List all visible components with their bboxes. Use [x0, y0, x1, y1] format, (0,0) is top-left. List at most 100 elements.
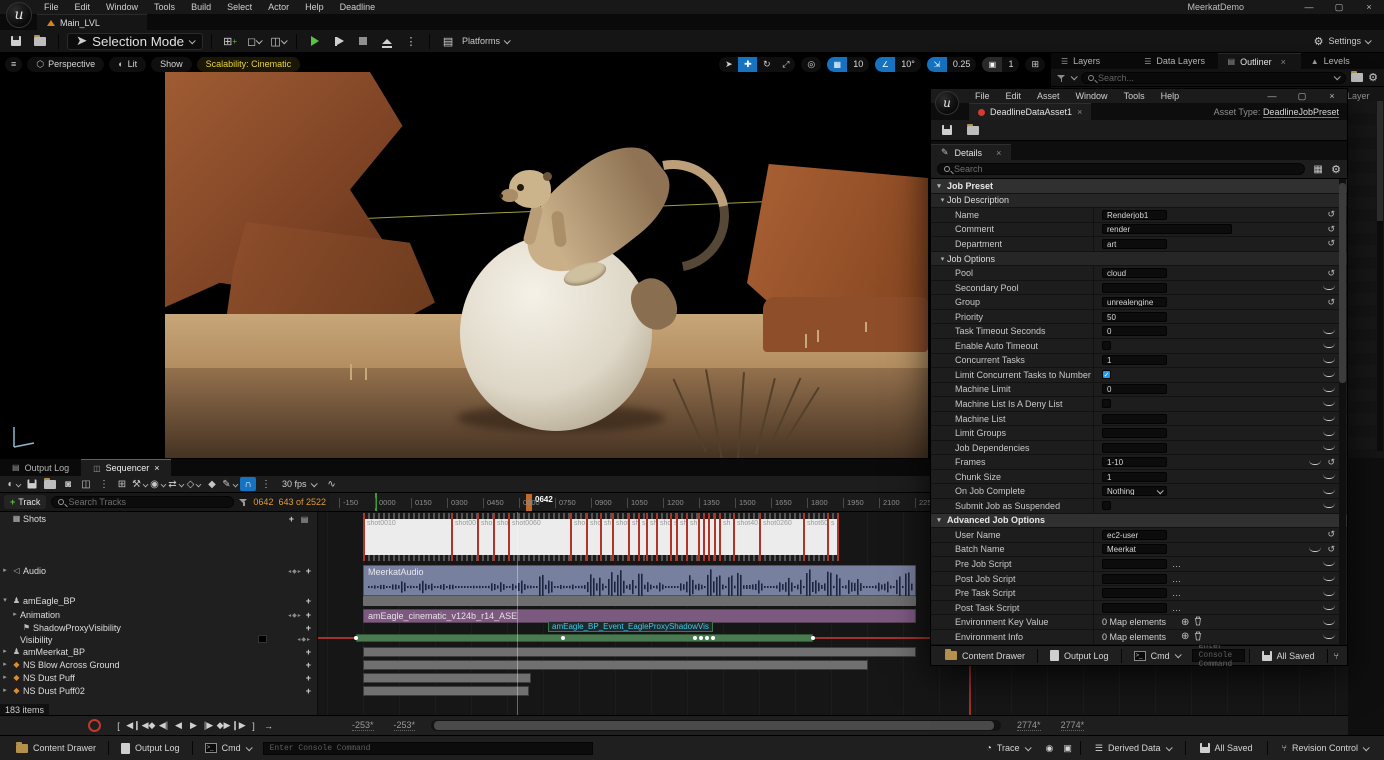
property-select[interactable]: Nothing [1102, 486, 1167, 496]
outliner-filter-icon[interactable] [1057, 74, 1066, 82]
rotate-tool-icon[interactable]: ↻ [757, 57, 776, 72]
working-range-end[interactable]: 2774* [1017, 720, 1041, 731]
jump-to-start-icon[interactable]: [ [111, 718, 126, 734]
expander-icon[interactable]: ▸ [0, 686, 10, 694]
menu-edit[interactable]: Edit [67, 2, 99, 12]
key-navigation-icons[interactable]: ◂◆▸ [297, 636, 311, 643]
browse-ellipsis-button[interactable]: … [1172, 588, 1182, 598]
add-section-button[interactable]: + [306, 673, 311, 683]
play-reverse-icon[interactable]: ◀ [171, 718, 186, 734]
screenshot-icon[interactable]: ▣ [1061, 740, 1074, 756]
property-input[interactable]: 1 [1102, 472, 1167, 482]
property-row-comment[interactable]: Commentrender↺ [931, 223, 1347, 238]
move-tool-icon[interactable]: ✚ [738, 57, 757, 72]
keyframe-dot[interactable] [705, 636, 709, 640]
property-row-secondary-pool[interactable]: Secondary Pool [931, 281, 1347, 296]
expand-advanced-icon[interactable] [1323, 591, 1335, 596]
property-row-environment-key-value[interactable]: Environment Key Value0 Map elements⊕ [931, 615, 1347, 630]
property-row-machine-list-is-a-deny-list[interactable]: Machine List Is A Deny List [931, 397, 1347, 412]
expand-advanced-icon[interactable] [1323, 358, 1335, 363]
previous-frame-icon[interactable]: ◀| [156, 718, 171, 734]
seq-tab-output-log[interactable]: ▤Output Log [0, 459, 81, 476]
lane-ns-dust-puff-bar[interactable] [363, 673, 531, 683]
property-input[interactable]: cloud [1102, 268, 1167, 278]
expand-advanced-icon[interactable] [1323, 605, 1335, 610]
track-ns-dust-puff02[interactable]: ▸◆NS Dust Puff02+ [0, 684, 317, 697]
seq-keying-options-icon[interactable]: ◇ [186, 477, 202, 491]
track-search-input[interactable]: Search Tracks [51, 496, 234, 508]
filmstrip-icon[interactable]: ▤ [298, 515, 311, 524]
details-search-input[interactable]: Search [937, 163, 1305, 175]
collapse-arrow-icon[interactable]: ▾ [931, 255, 947, 263]
property-row-enable-auto-timeout[interactable]: Enable Auto Timeout [931, 339, 1347, 354]
perspective-dropdown[interactable]: ⬡Perspective [27, 57, 104, 72]
cmd-dropdown[interactable]: >_Cmd [197, 740, 259, 756]
tab-deadline-data-asset[interactable]: DeadlineDataAsset1 × [969, 103, 1091, 120]
viewport-menu-icon[interactable]: ≡ [5, 57, 22, 72]
add-section-button[interactable]: + [306, 566, 311, 576]
dock-folder-icon[interactable] [1351, 73, 1363, 82]
play-options-icon[interactable]: ⋮ [401, 33, 421, 50]
display-settings-icon[interactable]: ▦ [1310, 162, 1326, 176]
reset-to-default-icon[interactable]: ↺ [1327, 268, 1335, 279]
shot-section[interactable]: sh [678, 513, 688, 561]
property-row-concurrent-tasks[interactable]: Concurrent Tasks1 [931, 354, 1347, 369]
expand-advanced-icon[interactable] [1323, 445, 1335, 450]
collapse-arrow-icon[interactable]: ▾ [931, 516, 947, 524]
outliner-search-input[interactable]: Search... [1081, 72, 1346, 84]
menu-window[interactable]: Window [98, 2, 146, 12]
add-section-button[interactable]: + [289, 514, 294, 524]
seq-edit-options-icon[interactable]: ⚒ [132, 477, 148, 491]
reset-to-default-icon[interactable]: ↺ [1327, 544, 1335, 555]
shot-section[interactable]: shot0060 [510, 513, 572, 561]
expander-icon[interactable]: ▸ [10, 610, 20, 618]
property-input[interactable]: Meerkat [1102, 544, 1167, 554]
curve-editor-icon[interactable]: ∿ [324, 477, 340, 491]
shot-section[interactable]: s [829, 513, 839, 561]
delete-map-icon[interactable] [1194, 631, 1202, 643]
snap-options-icon[interactable]: ⋮ [258, 477, 274, 491]
property-row-name[interactable]: NameRenderjob1↺ [931, 208, 1347, 223]
property-checkbox[interactable] [1102, 501, 1111, 510]
expand-advanced-icon[interactable] [1323, 401, 1335, 406]
property-checkbox[interactable]: ✓ [1102, 370, 1111, 379]
keyframe-dot[interactable] [711, 636, 715, 640]
scale-snap-control[interactable]: ⇲ 0.25 [927, 57, 977, 72]
scalability-warning[interactable]: Scalability: Cinematic [197, 57, 301, 72]
trace-dropdown[interactable]: ◔Trace [978, 740, 1038, 756]
seq-save-icon[interactable] [24, 477, 40, 491]
property-input[interactable]: art [1102, 239, 1167, 249]
expand-advanced-icon[interactable] [1323, 343, 1335, 348]
seq-camera-icon[interactable]: ◙ [60, 477, 76, 491]
seq-edit-mode-icon[interactable]: ✎ [222, 477, 238, 491]
view-range-end[interactable]: 2774* [1061, 720, 1085, 731]
expand-advanced-icon[interactable] [1323, 329, 1335, 334]
next-key-icon[interactable]: ◆▶ [216, 718, 231, 734]
play-forward-icon[interactable]: ▶ [186, 718, 201, 734]
deadline-menu-tools[interactable]: Tools [1116, 91, 1153, 101]
lane-ns-dust-puff02-bar[interactable] [363, 686, 529, 696]
property-row-machine-limit[interactable]: Machine Limit0 [931, 383, 1347, 398]
property-row-pre-task-script[interactable]: Pre Task Script… [931, 586, 1347, 601]
seq-autokey-icon[interactable]: ◆ [204, 477, 220, 491]
settings-dropdown[interactable]: Settings [1328, 36, 1370, 46]
collapse-arrow-icon[interactable]: ▾ [931, 182, 947, 190]
property-row-task-timeout-seconds[interactable]: Task Timeout Seconds0 [931, 324, 1347, 339]
output-log-button[interactable]: Output Log [113, 740, 188, 756]
browse-ellipsis-button[interactable]: … [1172, 574, 1182, 584]
track-shadowproxyvisibility[interactable]: ⚑ShadowProxyVisibility+ [0, 621, 317, 633]
dock-tab-data-layers[interactable]: ☰Data Layers [1134, 53, 1217, 69]
property-row-limit-concurrent-tasks-to-number-of-cpus[interactable]: Limit Concurrent Tasks to Number Of Cpus… [931, 368, 1347, 383]
close-tab-icon[interactable]: × [154, 463, 159, 473]
expander-icon[interactable]: ▸ [0, 660, 10, 668]
previous-shot-icon[interactable]: ◀❙ [126, 718, 141, 734]
cinematics-dropdown-icon[interactable]: ◫ [268, 33, 288, 50]
property-row-priority[interactable]: Priority50 [931, 310, 1347, 325]
keyframe-dot[interactable] [699, 636, 703, 640]
add-section-button[interactable]: + [306, 596, 311, 606]
minimize-button[interactable]: — [1257, 89, 1287, 103]
deadline-menu-file[interactable]: File [967, 91, 998, 101]
loop-mode-icon[interactable]: → [261, 718, 276, 734]
add-map-element-icon[interactable]: ⊕ [1181, 631, 1189, 642]
shot-section[interactable]: shot0010 [365, 513, 453, 561]
